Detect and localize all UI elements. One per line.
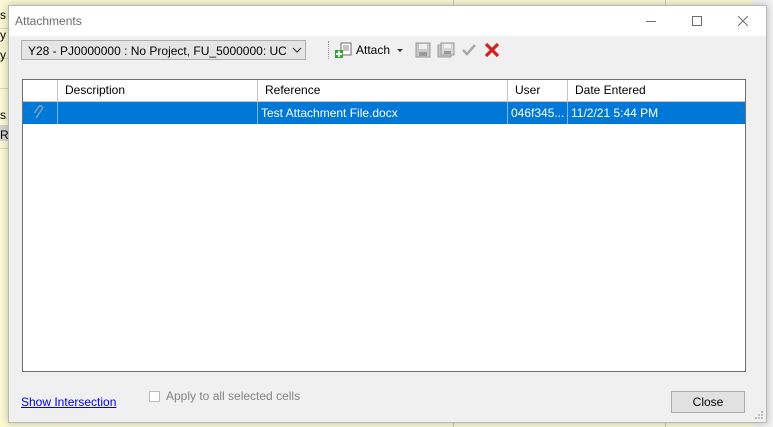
table-row[interactable]: Test Attachment File.docx 046f345... 11/… bbox=[23, 102, 745, 124]
column-header-user[interactable]: User bbox=[508, 80, 568, 101]
toolbar-separator bbox=[328, 41, 330, 59]
maximize-icon bbox=[692, 16, 702, 26]
show-intersection-link[interactable]: Show Intersection bbox=[21, 395, 116, 409]
attachments-grid: Description Reference User Date Entered … bbox=[22, 79, 746, 372]
toolbar: Y28 - PJ0000000 : No Project, FU_5000000… bbox=[21, 40, 758, 64]
close-window-button[interactable] bbox=[720, 6, 766, 36]
dialog-title: Attachments bbox=[15, 14, 82, 28]
attach-icon bbox=[335, 42, 352, 58]
caret-down-icon bbox=[397, 49, 404, 52]
save-all-icon bbox=[437, 42, 455, 58]
column-header-date-entered[interactable]: Date Entered bbox=[568, 80, 745, 101]
sheet-text: y bbox=[0, 28, 6, 42]
attach-label: Attach bbox=[356, 43, 391, 57]
attachments-dialog: Attachments Y28 - PJ0000000 : No Project… bbox=[8, 5, 767, 423]
sheet-text: s bbox=[0, 8, 6, 22]
column-header-reference[interactable]: Reference bbox=[258, 80, 508, 101]
attach-button[interactable]: Attach bbox=[335, 40, 405, 60]
chevron-down-icon bbox=[292, 47, 302, 53]
grid-header: Description Reference User Date Entered bbox=[23, 80, 745, 102]
close-button[interactable]: Close bbox=[671, 391, 745, 413]
row-reference[interactable]: Test Attachment File.docx bbox=[258, 102, 508, 124]
paperclip-icon bbox=[33, 104, 44, 119]
delete-button[interactable] bbox=[484, 40, 500, 60]
intersection-selector-value: Y28 - PJ0000000 : No Project, FU_5000000… bbox=[28, 44, 286, 58]
save-all-button[interactable] bbox=[437, 40, 455, 60]
sheet-text: y bbox=[0, 48, 6, 62]
minimize-icon bbox=[646, 21, 656, 22]
save-button[interactable] bbox=[415, 40, 431, 60]
title-bar[interactable]: Attachments bbox=[9, 6, 766, 36]
intersection-selector[interactable]: Y28 - PJ0000000 : No Project, FU_5000000… bbox=[21, 40, 306, 60]
row-icon-cell bbox=[23, 102, 58, 124]
resize-grip-icon[interactable] bbox=[754, 410, 764, 420]
save-icon bbox=[415, 42, 431, 58]
column-header-description[interactable]: Description bbox=[58, 80, 258, 101]
row-date-entered[interactable]: 11/2/21 5:44 PM bbox=[568, 102, 745, 124]
delete-icon bbox=[484, 42, 500, 58]
sheet-text: s bbox=[0, 108, 6, 122]
row-description[interactable] bbox=[58, 102, 258, 124]
apply-all-label: Apply to all selected cells bbox=[166, 389, 301, 403]
maximize-button[interactable] bbox=[674, 6, 720, 36]
row-user[interactable]: 046f345... bbox=[508, 102, 568, 124]
close-icon bbox=[738, 16, 748, 26]
apply-all-selected-option: Apply to all selected cells bbox=[149, 388, 300, 404]
minimize-button[interactable] bbox=[628, 6, 674, 36]
checkmark-icon bbox=[462, 44, 476, 56]
apply-all-checkbox[interactable] bbox=[149, 390, 160, 402]
column-header-icon[interactable] bbox=[23, 80, 58, 101]
confirm-button[interactable] bbox=[461, 40, 477, 60]
